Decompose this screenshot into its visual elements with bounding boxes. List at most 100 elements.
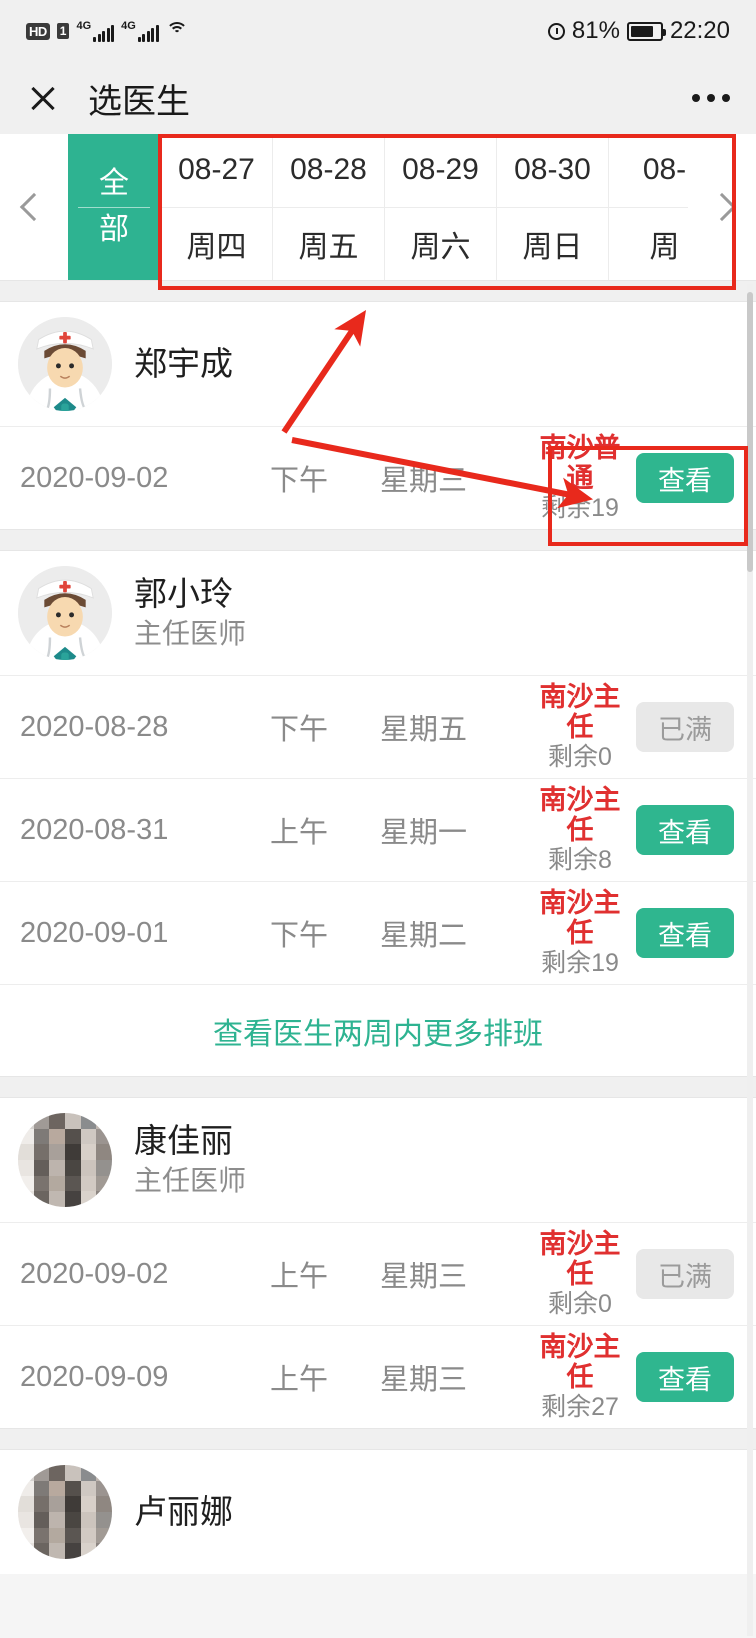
signal-bars-1 (93, 24, 115, 42)
doctor-list[interactable]: 郑宇成 2020-09-02 下午 星期三 南沙普通 剩余19 查看 郭小玲 主任医师 2020-… (0, 280, 756, 1638)
date-tab-all[interactable]: 全 部 (68, 134, 160, 280)
doctor-header[interactable]: 卢丽娜 (0, 1450, 756, 1574)
schedule-clinic: 南沙主任 剩余0 (530, 682, 636, 772)
signal-bars-2 (137, 24, 159, 42)
doctor-meta: 卢丽娜 (134, 1492, 233, 1532)
date-tab-2[interactable]: 08-29 周六 (384, 134, 496, 280)
schedule-period: 上午 (270, 1261, 329, 1293)
scrollbar-thumb[interactable] (747, 292, 753, 572)
status-bar-right: 81% 22:20 (547, 17, 730, 45)
chevron-left-icon[interactable] (0, 134, 68, 280)
doctor-header[interactable]: 郑宇成 (0, 302, 756, 426)
schedule-date: 2020-08-28 (20, 710, 169, 743)
schedule-clinic: 南沙主任 剩余8 (530, 785, 636, 875)
table-row[interactable]: 2020-09-02 下午 星期三 南沙普通 剩余19 查看 (0, 426, 756, 529)
schedule-period: 下午 (270, 920, 329, 952)
view-button[interactable]: 查看 (636, 453, 734, 503)
hd-icon: HD (26, 22, 50, 40)
doctor-card: 卢丽娜 (0, 1450, 756, 1574)
schedule-weekday: 星期五 (380, 714, 468, 746)
section-gap (0, 1428, 756, 1450)
table-row[interactable]: 2020-08-31 上午 星期一 南沙主任 剩余8 查看 (0, 778, 756, 881)
close-icon[interactable] (26, 81, 60, 115)
schedule-weekday: 星期三 (380, 465, 468, 497)
doctor-header[interactable]: 郭小玲 主任医师 (0, 551, 756, 675)
avatar (18, 566, 112, 660)
table-row[interactable]: 2020-08-28 下午 星期五 南沙主任 剩余0 已满 (0, 675, 756, 778)
doctor-meta: 郭小玲 主任医师 (134, 574, 246, 653)
more-options-icon[interactable] (692, 94, 730, 102)
schedule-date: 2020-09-02 (20, 461, 169, 494)
schedule-period: 下午 (270, 714, 329, 746)
schedule-date: 2020-09-09 (20, 1360, 169, 1393)
date-tab-0[interactable]: 08-27 周四 (160, 134, 272, 280)
date-tab-date: 08-27 (178, 153, 255, 187)
clinic-name: 南沙主任 (539, 784, 621, 845)
doctor-meta: 康佳丽 主任医师 (134, 1121, 246, 1200)
full-badge: 已满 (636, 702, 734, 752)
date-tab-weekday: 周四 (186, 230, 247, 264)
schedule-clinic: 南沙普通 剩余19 (530, 433, 636, 523)
date-tab-3[interactable]: 08-30 周日 (496, 134, 608, 280)
date-tab-all-line2: 部 (99, 212, 129, 246)
wifi-icon (165, 22, 188, 40)
doctor-name: 康佳丽 (134, 1121, 233, 1159)
doctor-card: 郑宇成 2020-09-02 下午 星期三 南沙普通 剩余19 查看 (0, 302, 756, 529)
schedule-period: 下午 (270, 465, 329, 497)
clinic-name: 南沙主任 (539, 1331, 621, 1392)
schedule-weekday: 星期三 (380, 1261, 468, 1293)
date-tab-list[interactable]: 08-27 周四 08-28 周五 08-29 周六 08-30 周日 08- 周 (160, 134, 688, 280)
doctor-name: 郭小玲 (134, 574, 233, 612)
date-tab-date: 08- (642, 153, 687, 187)
doctor-card: 康佳丽 主任医师 2020-09-02 上午 星期三 南沙主任 剩余0 已满 2020-09-0… (0, 1098, 756, 1428)
clinic-name: 南沙主任 (539, 1228, 621, 1289)
section-gap (0, 280, 756, 302)
date-tab-date: 08-30 (514, 153, 591, 187)
more-schedule-link[interactable]: 查看医生两周内更多排班 (0, 984, 756, 1076)
view-button[interactable]: 查看 (636, 805, 734, 855)
battery-percent-label: 81% (571, 17, 620, 44)
table-row[interactable]: 2020-09-02 上午 星期三 南沙主任 剩余0 已满 (0, 1222, 756, 1325)
remaining-count: 剩余27 (541, 1393, 619, 1422)
date-tab-4[interactable]: 08- 周 (608, 134, 688, 280)
date-tab-1[interactable]: 08-28 周五 (272, 134, 384, 280)
network-type-2-label: 4G (121, 19, 136, 32)
schedule-weekday: 星期二 (380, 920, 468, 952)
avatar (18, 1113, 112, 1207)
remaining-count: 剩余0 (548, 1290, 612, 1319)
doctor-header[interactable]: 康佳丽 主任医师 (0, 1098, 756, 1222)
view-button[interactable]: 查看 (636, 1352, 734, 1402)
signal-1-icon: 4G (76, 19, 115, 42)
status-bar-left: HD 1 4G 4G (26, 19, 188, 42)
signal-2-icon: 4G (121, 19, 159, 42)
table-row[interactable]: 2020-09-01 下午 星期二 南沙主任 剩余19 查看 (0, 881, 756, 984)
chevron-right-icon[interactable] (688, 134, 756, 280)
doctor-name: 卢丽娜 (134, 1492, 233, 1530)
remaining-count: 剩余8 (548, 846, 612, 875)
clinic-name: 南沙主任 (539, 887, 621, 948)
remaining-count: 剩余19 (541, 494, 619, 523)
schedule-weekday: 星期三 (380, 1364, 468, 1396)
schedule-clinic: 南沙主任 剩余0 (530, 1229, 636, 1319)
full-badge: 已满 (636, 1249, 734, 1299)
date-tab-weekday: 周六 (410, 230, 471, 264)
doctor-name: 郑宇成 (134, 344, 233, 382)
view-button[interactable]: 查看 (636, 908, 734, 958)
status-bar: HD 1 4G 4G 81% 22:20 (0, 0, 756, 62)
table-row[interactable]: 2020-09-09 上午 星期三 南沙主任 剩余27 查看 (0, 1325, 756, 1428)
date-tab-all-line1: 全 (99, 167, 129, 201)
schedule-date: 2020-09-01 (20, 916, 169, 949)
schedule-period: 上午 (270, 1364, 329, 1396)
schedule-period: 上午 (270, 817, 329, 849)
page-title: 选医生 (88, 82, 190, 121)
network-type-1-label: 4G (76, 19, 92, 32)
doctor-title: 主任医师 (134, 617, 247, 649)
clinic-name: 南沙普通 (539, 432, 621, 493)
battery-icon (626, 21, 666, 41)
doctor-meta: 郑宇成 (134, 344, 233, 384)
doctor-card: 郭小玲 主任医师 2020-08-28 下午 星期五 南沙主任 剩余0 已满 2020-08-3… (0, 551, 756, 1076)
sim-icon: 1 (56, 23, 70, 39)
doctor-title: 主任医师 (134, 1164, 247, 1196)
schedule-clinic: 南沙主任 剩余19 (530, 888, 636, 978)
clock-label: 22:20 (669, 17, 730, 44)
